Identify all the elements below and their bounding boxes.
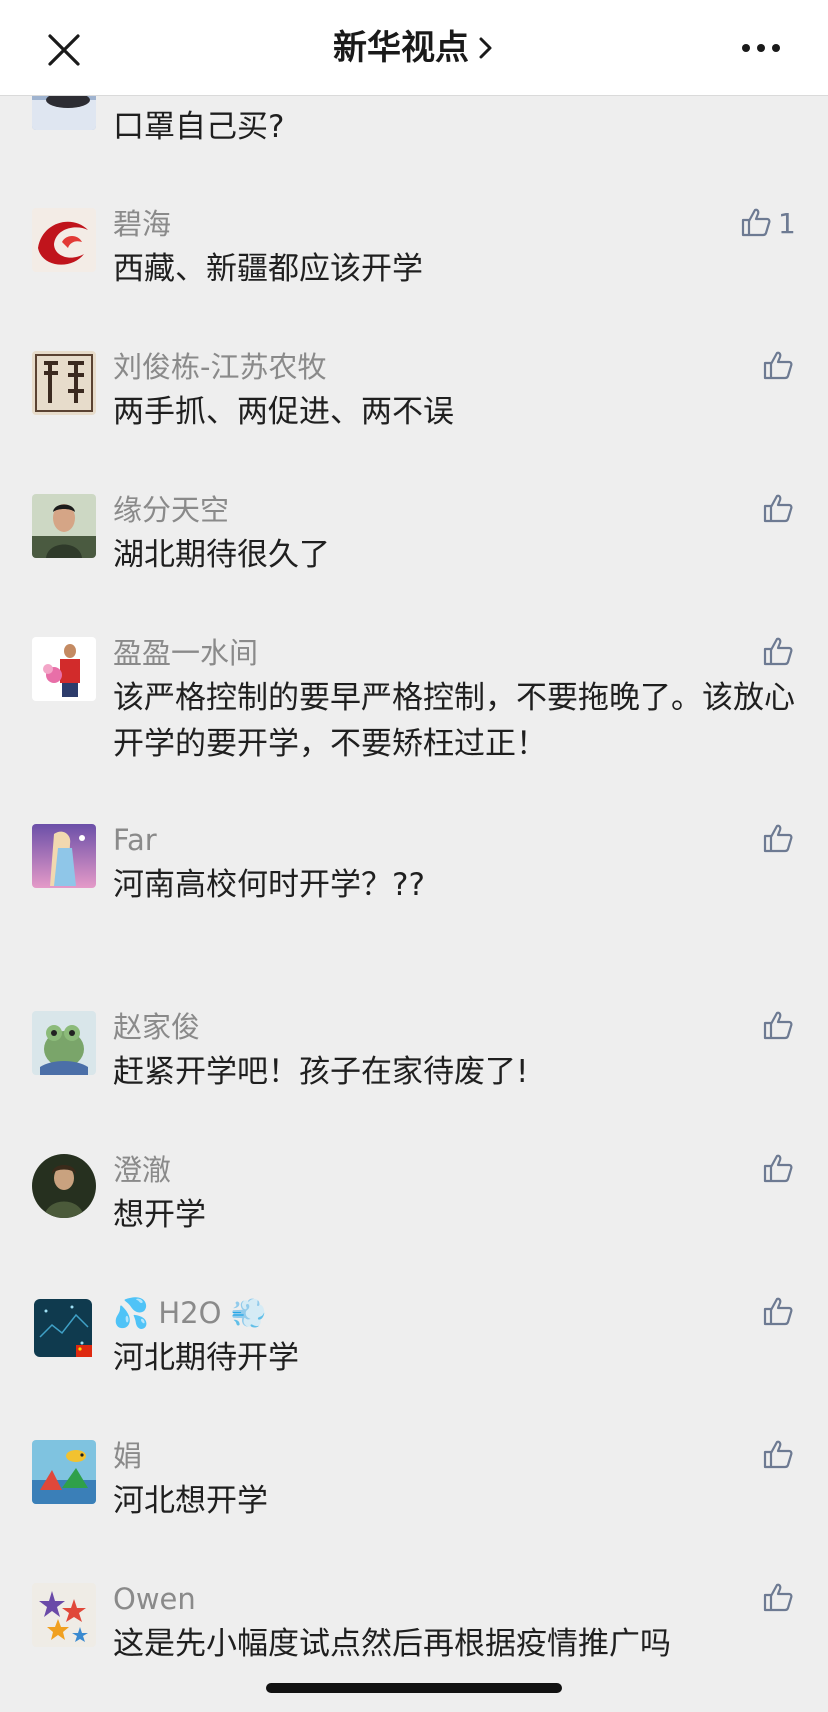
comment-text: 口罩自己买? bbox=[113, 109, 285, 145]
comment-text: 想开学 bbox=[113, 1197, 206, 1233]
thumbs-up-icon bbox=[763, 1583, 793, 1612]
avatar[interactable] bbox=[32, 637, 96, 701]
avatar[interactable] bbox=[32, 1297, 96, 1361]
like-button[interactable]: 1 bbox=[740, 206, 796, 242]
like-button[interactable] bbox=[762, 635, 816, 671]
commenter-name[interactable]: 💦 H2O 💨 bbox=[113, 1295, 267, 1331]
thumbs-up-icon bbox=[763, 1011, 793, 1040]
comment-text: 河南高校何时开学？?? bbox=[113, 867, 425, 903]
commenter-name[interactable]: Owen bbox=[113, 1581, 196, 1617]
like-button[interactable] bbox=[762, 1009, 816, 1045]
comment-list: 口罩自己买? 碧海 西藏、新疆都应该开学 1 刘俊栋-江苏农牧 两手抓、两促进、… bbox=[0, 0, 828, 1712]
commenter-name[interactable]: Far bbox=[113, 822, 157, 858]
comment-text: 湖北期待很久了 bbox=[113, 537, 330, 573]
thumbs-up-icon bbox=[763, 1440, 793, 1469]
thumbs-up-icon bbox=[763, 1297, 793, 1326]
like-button[interactable] bbox=[762, 349, 816, 385]
avatar[interactable] bbox=[32, 494, 96, 558]
avatar[interactable] bbox=[32, 1154, 96, 1218]
avatar[interactable] bbox=[32, 824, 96, 888]
more-button[interactable] bbox=[742, 44, 782, 54]
page-title-link[interactable]: 新华视点 bbox=[0, 26, 828, 70]
like-button[interactable] bbox=[762, 1152, 816, 1188]
home-indicator[interactable] bbox=[266, 1683, 562, 1693]
like-button[interactable] bbox=[762, 492, 816, 528]
comment-text: 西藏、新疆都应该开学 bbox=[113, 251, 423, 287]
comment-text: 这是先小幅度试点然后再根据疫情推广吗 bbox=[113, 1626, 671, 1662]
thumbs-up-icon bbox=[763, 637, 793, 666]
thumbs-up-icon bbox=[763, 351, 793, 380]
like-button[interactable] bbox=[762, 822, 816, 858]
avatar[interactable] bbox=[32, 351, 96, 415]
avatar[interactable] bbox=[32, 1440, 96, 1504]
comment-text: 河北想开学 bbox=[113, 1483, 268, 1519]
like-count: 1 bbox=[778, 207, 796, 240]
like-button[interactable] bbox=[762, 1295, 816, 1331]
comment-text: 该严格控制的要早严格控制，不要拖晚了。该放心开学的要开学，不要矫枉过正！ bbox=[113, 680, 795, 762]
more-horizontal-icon bbox=[757, 44, 765, 52]
page-title: 新华视点 bbox=[333, 28, 469, 68]
comment-text: 河北期待开学 bbox=[113, 1340, 299, 1376]
thumbs-up-icon bbox=[763, 1154, 793, 1183]
commenter-name[interactable]: 澄澈 bbox=[113, 1152, 171, 1188]
like-button[interactable] bbox=[762, 1581, 816, 1617]
commenter-name[interactable]: 刘俊栋-江苏农牧 bbox=[113, 349, 326, 385]
chevron-right-icon bbox=[479, 37, 492, 59]
comment-text: 赶紧开学吧！孩子在家待废了! bbox=[113, 1054, 529, 1090]
commenter-name[interactable]: 赵家俊 bbox=[113, 1009, 200, 1045]
avatar[interactable] bbox=[32, 1011, 96, 1075]
commenter-name[interactable]: 娟 bbox=[113, 1438, 142, 1474]
commenter-name[interactable]: 缘分天空 bbox=[113, 492, 229, 528]
more-horizontal-icon bbox=[742, 44, 750, 52]
avatar[interactable] bbox=[32, 1583, 96, 1647]
thumbs-up-icon bbox=[763, 824, 793, 853]
like-button[interactable] bbox=[762, 1438, 816, 1474]
avatar[interactable] bbox=[32, 208, 96, 272]
thumbs-up-icon bbox=[741, 208, 771, 237]
commenter-name[interactable]: 盈盈一水间 bbox=[113, 635, 258, 671]
comment-text: 两手抓、两促进、两不误 bbox=[113, 394, 454, 430]
commenter-name[interactable]: 碧海 bbox=[113, 206, 171, 242]
nav-header: 新华视点 bbox=[0, 0, 828, 96]
thumbs-up-icon bbox=[763, 494, 793, 523]
more-horizontal-icon bbox=[772, 44, 780, 52]
